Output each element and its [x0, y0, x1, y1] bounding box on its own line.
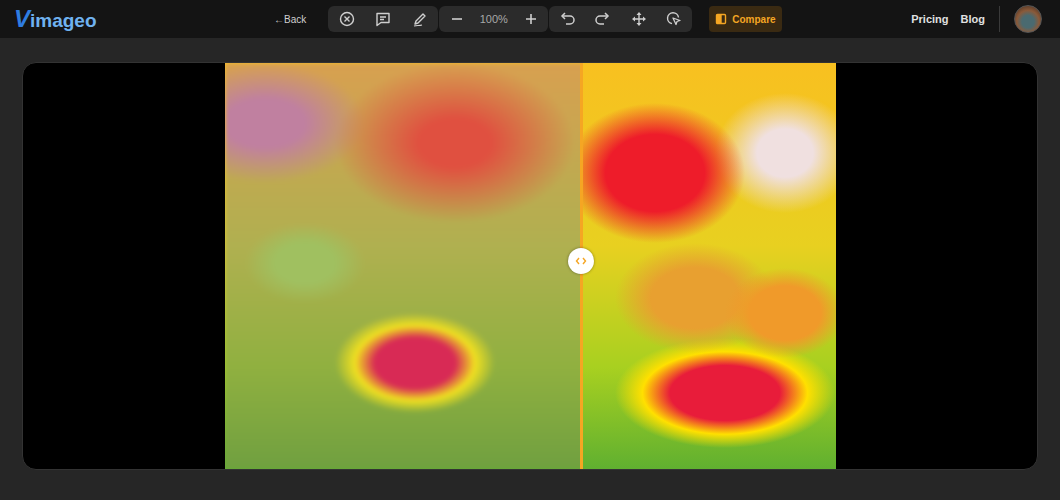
original-photo-clip — [225, 63, 581, 469]
left-right-arrows-icon — [575, 256, 587, 266]
compare-image — [225, 63, 836, 469]
compare-icon — [715, 13, 727, 25]
nav-link[interactable]: Pricing — [911, 13, 948, 25]
pen-draw-icon — [412, 11, 428, 27]
comment-icon — [375, 11, 391, 27]
clear-button[interactable] — [335, 7, 359, 31]
back-label: Back — [284, 14, 306, 25]
tool-group — [328, 6, 438, 32]
logo[interactable]: Vimageo — [14, 5, 264, 33]
select-button[interactable] — [662, 7, 686, 31]
compare-slider[interactable] — [580, 63, 583, 469]
history-group — [549, 6, 692, 32]
plus-icon — [524, 12, 538, 26]
compare-button[interactable]: Compare — [709, 6, 781, 32]
logo-mark: V — [14, 5, 30, 33]
zoom-level: 100% — [480, 13, 508, 25]
compare-label: Compare — [732, 14, 775, 25]
pointer-click-icon — [666, 11, 682, 27]
canvas-area — [0, 38, 1060, 500]
zoom-out-button[interactable] — [445, 7, 469, 31]
nav-divider — [999, 6, 1000, 32]
back-button[interactable]: ←Back — [264, 14, 316, 25]
circle-x-icon — [339, 11, 355, 27]
editor-page: Vimageo←Back100%ComparePricingBlog — [0, 0, 1060, 500]
canvas-panel — [22, 62, 1038, 470]
move-button[interactable] — [627, 7, 651, 31]
comment-button[interactable] — [371, 7, 395, 31]
undo-icon — [558, 11, 576, 27]
undo-button[interactable] — [555, 7, 579, 31]
original-photo — [225, 63, 581, 469]
nav-link[interactable]: Blog — [961, 13, 985, 25]
user-avatar[interactable] — [1014, 5, 1042, 33]
draw-button[interactable] — [408, 7, 432, 31]
move-arrows-icon — [631, 11, 647, 27]
top-nav: Pricing Blog — [911, 5, 1042, 33]
redo-icon — [594, 11, 612, 27]
logo-text: imageo — [30, 10, 97, 32]
redo-button[interactable] — [591, 7, 615, 31]
minus-icon — [450, 12, 464, 26]
zoom-group: 100% — [439, 6, 548, 32]
back-arrow-icon: ← — [274, 14, 284, 25]
top-bar: Vimageo←Back100%ComparePricingBlog — [0, 0, 1060, 38]
zoom-in-button[interactable] — [519, 7, 543, 31]
